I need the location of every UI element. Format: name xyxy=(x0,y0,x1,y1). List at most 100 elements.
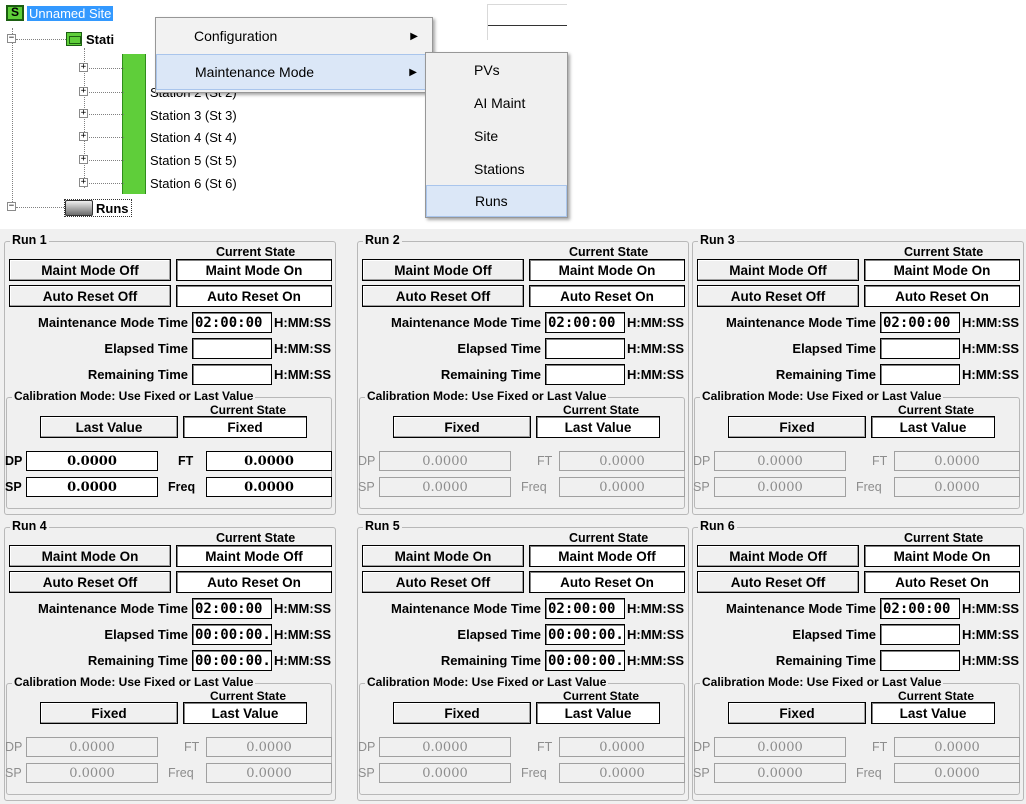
calibration-mode-button[interactable]: Last Value xyxy=(40,416,178,438)
calibration-mode-button[interactable]: Fixed xyxy=(728,702,866,724)
submenu-item-stations[interactable]: Stations xyxy=(426,152,567,185)
current-state-label: Current State xyxy=(216,245,296,259)
site-tree: Unnamed Site − Stati + + + + + + Station… xyxy=(0,0,237,230)
auto-reset-toggle-button[interactable]: Auto Reset Off xyxy=(697,285,859,307)
maint-time-input[interactable]: 02:00:00 xyxy=(880,312,960,333)
tree-station-node[interactable]: Station 6 (St 6) xyxy=(150,174,237,192)
hmmss-unit-label: H:MM:SS xyxy=(962,367,1020,382)
sp-label: SP xyxy=(358,766,375,780)
menu-item-configuration[interactable]: Configuration ▶ xyxy=(156,18,432,54)
freq-label: Freq xyxy=(856,480,882,494)
dp-value[interactable]: 0.0000 xyxy=(26,451,158,471)
ft-value: 0.0000 xyxy=(559,737,685,757)
collapse-icon[interactable]: − xyxy=(7,202,16,211)
maint-time-input[interactable]: 02:00:00 xyxy=(192,598,272,619)
calibration-mode-button[interactable]: Fixed xyxy=(393,702,531,724)
tree-station-node[interactable]: Station 4 (St 4) xyxy=(150,128,237,146)
station-label: Station 6 (St 6) xyxy=(150,175,237,191)
maint-time-input[interactable]: 02:00:00 xyxy=(192,312,272,333)
tree-line xyxy=(84,68,124,69)
sp-value: 0.0000 xyxy=(379,477,511,497)
ft-value[interactable]: 0.0000 xyxy=(206,451,332,471)
hmmss-unit-label: H:MM:SS xyxy=(274,367,332,382)
freq-value: 0.0000 xyxy=(894,763,1020,783)
ft-value: 0.0000 xyxy=(894,737,1020,757)
expand-icon[interactable]: + xyxy=(79,132,88,141)
calibration-mode-button[interactable]: Fixed xyxy=(728,416,866,438)
elapsed-time-field xyxy=(545,338,625,359)
hmmss-unit-label: H:MM:SS xyxy=(274,627,332,642)
freq-value: 0.0000 xyxy=(206,763,332,783)
sp-label: SP xyxy=(358,480,375,494)
maint-mode-state: Maint Mode On xyxy=(864,259,1020,281)
freq-label: Freq xyxy=(168,766,194,780)
maint-mode-toggle-button[interactable]: Maint Mode Off xyxy=(9,259,171,281)
auto-reset-state: Auto Reset On xyxy=(864,285,1020,307)
tree-line xyxy=(16,207,66,208)
submenu-item-pvs[interactable]: PVs xyxy=(426,53,567,86)
maint-mode-toggle-button[interactable]: Maint Mode Off xyxy=(362,259,524,281)
auto-reset-toggle-button[interactable]: Auto Reset Off xyxy=(697,571,859,593)
calibration-mode-state: Last Value xyxy=(536,702,660,724)
maint-time-input[interactable]: 02:00:00 xyxy=(545,312,625,333)
hmmss-unit-label: H:MM:SS xyxy=(274,601,332,616)
sp-value[interactable]: 0.0000 xyxy=(26,477,158,497)
submenu-item-runs[interactable]: Runs xyxy=(426,185,567,217)
maint-mode-toggle-button[interactable]: Maint Mode On xyxy=(9,545,171,567)
auto-reset-toggle-button[interactable]: Auto Reset Off xyxy=(362,285,524,307)
current-state-label: Current State xyxy=(563,689,640,703)
calibration-mode-button[interactable]: Fixed xyxy=(40,702,178,724)
remaining-time-label: Remaining Time xyxy=(440,653,541,668)
expand-icon[interactable]: + xyxy=(79,63,88,72)
elapsed-time-label: Elapsed Time xyxy=(792,627,876,642)
auto-reset-toggle-button[interactable]: Auto Reset Off xyxy=(9,285,171,307)
tree-station-node[interactable]: Station 5 (St 5) xyxy=(150,151,237,169)
hmmss-unit-label: H:MM:SS xyxy=(627,367,685,382)
auto-reset-toggle-button[interactable]: Auto Reset Off xyxy=(362,571,524,593)
remaining-time-field xyxy=(880,364,960,385)
freq-label: Freq xyxy=(521,766,547,780)
ft-value: 0.0000 xyxy=(559,451,685,471)
dp-label: DP xyxy=(5,740,23,754)
station-header-label: Stati xyxy=(86,31,115,47)
elapsed-time-field: 00:00:00.0 xyxy=(192,624,272,645)
expand-icon[interactable]: + xyxy=(79,178,88,187)
freq-value[interactable]: 0.0000 xyxy=(206,477,332,497)
expand-icon[interactable]: + xyxy=(79,109,88,118)
collapse-icon[interactable]: − xyxy=(7,34,16,43)
maint-time-input[interactable]: 02:00:00 xyxy=(545,598,625,619)
maint-mode-state: Maint Mode On xyxy=(529,259,685,281)
maint-mode-toggle-button[interactable]: Maint Mode On xyxy=(362,545,524,567)
calibration-mode-state: Last Value xyxy=(871,416,995,438)
maint-mode-toggle-button[interactable]: Maint Mode Off xyxy=(697,259,859,281)
hmmss-unit-label: H:MM:SS xyxy=(274,341,332,356)
current-state-label: Current State xyxy=(563,403,640,417)
calibration-mode-state: Last Value xyxy=(536,416,660,438)
tree-station-node[interactable]: Station 3 (St 3) xyxy=(150,106,237,124)
calibration-mode-button[interactable]: Fixed xyxy=(393,416,531,438)
background-window-edge xyxy=(487,4,567,40)
tree-site-node[interactable]: Unnamed Site xyxy=(6,4,114,22)
ft-value: 0.0000 xyxy=(206,737,332,757)
maint-mode-state: Maint Mode Off xyxy=(529,545,685,567)
tree-station-header[interactable]: Stati xyxy=(66,30,114,48)
maint-time-input[interactable]: 02:00:00 xyxy=(880,598,960,619)
tree-line xyxy=(84,160,124,161)
ft-label: FT xyxy=(537,454,553,468)
maint-mode-toggle-button[interactable]: Maint Mode Off xyxy=(697,545,859,567)
current-state-label: Current State xyxy=(904,531,984,545)
tree-runs-node[interactable]: Runs xyxy=(64,199,132,217)
expand-icon[interactable]: + xyxy=(79,87,88,96)
submenu-item-ai-maint[interactable]: AI Maint xyxy=(426,86,567,119)
maint-time-label: Maintenance Mode Time xyxy=(37,315,188,330)
maint-time-label: Maintenance Mode Time xyxy=(390,601,541,616)
tree-line xyxy=(84,92,124,93)
dp-value: 0.0000 xyxy=(714,737,846,757)
run-title: Run 1 xyxy=(10,233,49,247)
submenu-item-site[interactable]: Site xyxy=(426,119,567,152)
menu-item-label: Configuration xyxy=(194,28,278,44)
auto-reset-toggle-button[interactable]: Auto Reset Off xyxy=(9,571,171,593)
hmmss-unit-label: H:MM:SS xyxy=(962,653,1020,668)
expand-icon[interactable]: + xyxy=(79,155,88,164)
menu-item-maintenance-mode[interactable]: Maintenance Mode ▶ xyxy=(156,54,432,90)
